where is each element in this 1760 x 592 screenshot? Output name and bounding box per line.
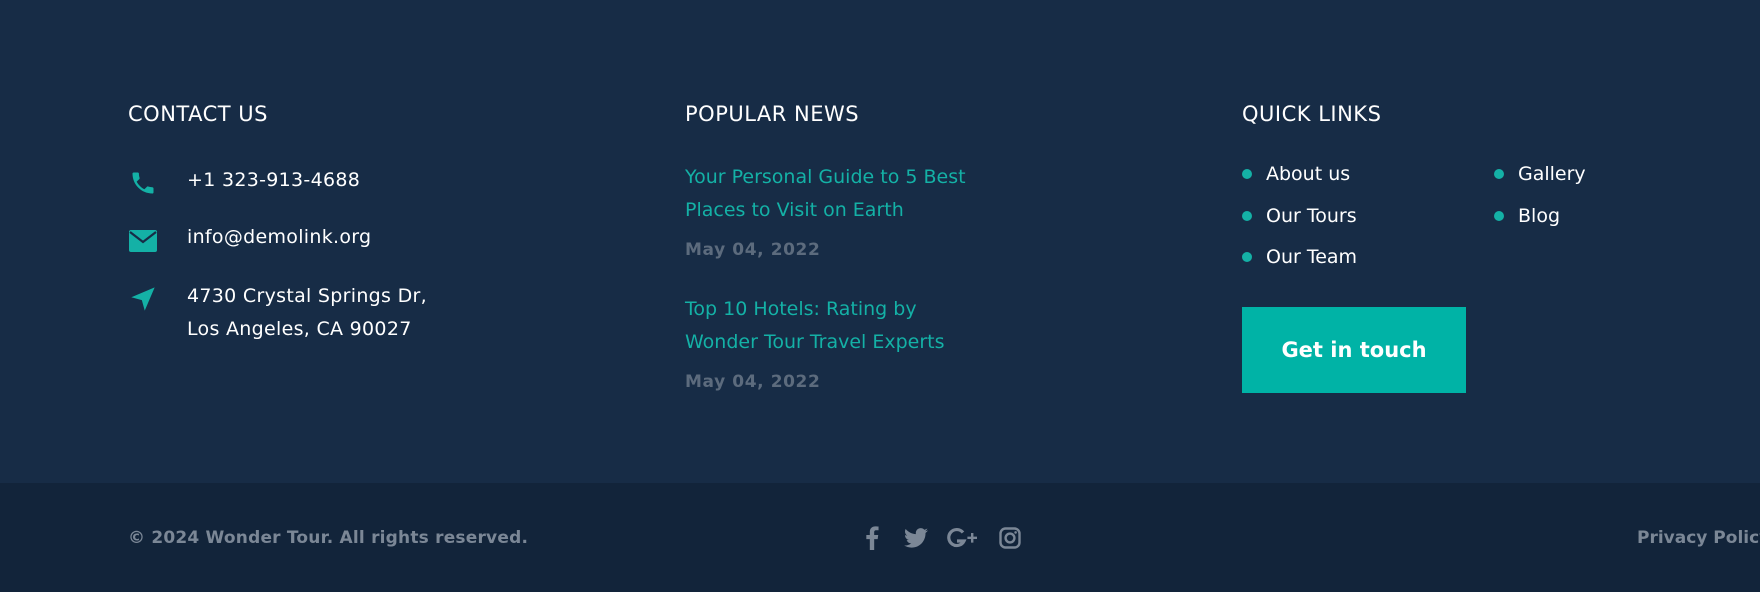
news-item-date: May 04, 2022 — [685, 372, 821, 392]
contact-address-row: 4730 Crystal Springs Dr, Los Angeles, CA… — [128, 284, 427, 340]
quick-link-blog[interactable]: Blog — [1494, 205, 1560, 227]
quick-links-heading: QUICK LINKS — [1242, 102, 1382, 126]
get-in-touch-button[interactable]: Get in touch — [1242, 307, 1466, 393]
phone-link[interactable]: +1 323-913-4688 — [187, 164, 360, 197]
bullet-dot-icon — [1242, 252, 1252, 262]
news-title-line: Wonder Tour Travel Experts — [685, 331, 945, 353]
news-item-title[interactable]: Top 10 Hotels: Rating by Wonder Tour Tra… — [685, 293, 995, 359]
contact-heading: CONTACT US — [128, 102, 268, 126]
google-plus-icon[interactable] — [946, 524, 980, 552]
privacy-policy-link[interactable]: Privacy Policy — [1637, 528, 1760, 548]
quick-link-our-team[interactable]: Our Team — [1242, 246, 1357, 268]
contact-phone-row: +1 323-913-4688 — [128, 168, 360, 198]
quick-link-label: Our Team — [1266, 246, 1358, 268]
bullet-dot-icon — [1242, 169, 1252, 179]
social-links — [858, 524, 1040, 552]
quick-link-about-us[interactable]: About us — [1242, 163, 1350, 185]
quick-link-label: Gallery — [1518, 163, 1586, 185]
phone-icon — [128, 168, 158, 198]
footer-main: CONTACT US +1 323-913-4688 info@demolink… — [0, 0, 1760, 483]
copyright-text: © 2024 Wonder Tour. All rights reserved. — [128, 528, 529, 548]
bullet-dot-icon — [1242, 211, 1252, 221]
news-item-title[interactable]: Your Personal Guide to 5 Best Places to … — [685, 161, 995, 227]
quick-link-gallery[interactable]: Gallery — [1494, 163, 1586, 185]
news-heading: POPULAR NEWS — [685, 102, 860, 126]
twitter-icon[interactable] — [902, 524, 930, 552]
news-item-date: May 04, 2022 — [685, 240, 821, 260]
news-title-line: Places to Visit on Earth — [685, 199, 904, 221]
quick-link-label: Our Tours — [1266, 205, 1357, 227]
bullet-dot-icon — [1494, 211, 1504, 221]
facebook-icon[interactable] — [858, 524, 886, 552]
bullet-dot-icon — [1494, 169, 1504, 179]
address: 4730 Crystal Springs Dr, Los Angeles, CA… — [187, 280, 427, 346]
news-title-line: Top 10 Hotels: Rating by — [685, 298, 917, 320]
news-title-line: Your Personal Guide to 5 Best — [685, 166, 966, 188]
instagram-icon[interactable] — [996, 524, 1024, 552]
address-line-1: 4730 Crystal Springs Dr, — [187, 285, 427, 307]
quick-link-label: About us — [1266, 163, 1351, 185]
email-link[interactable]: info@demolink.org — [187, 221, 371, 254]
quick-link-label: Blog — [1518, 205, 1560, 227]
address-line-2: Los Angeles, CA 90027 — [187, 318, 412, 340]
contact-email-row: info@demolink.org — [128, 226, 371, 256]
envelope-icon — [128, 226, 158, 256]
quick-link-our-tours[interactable]: Our Tours — [1242, 205, 1357, 227]
location-arrow-icon — [128, 284, 158, 314]
